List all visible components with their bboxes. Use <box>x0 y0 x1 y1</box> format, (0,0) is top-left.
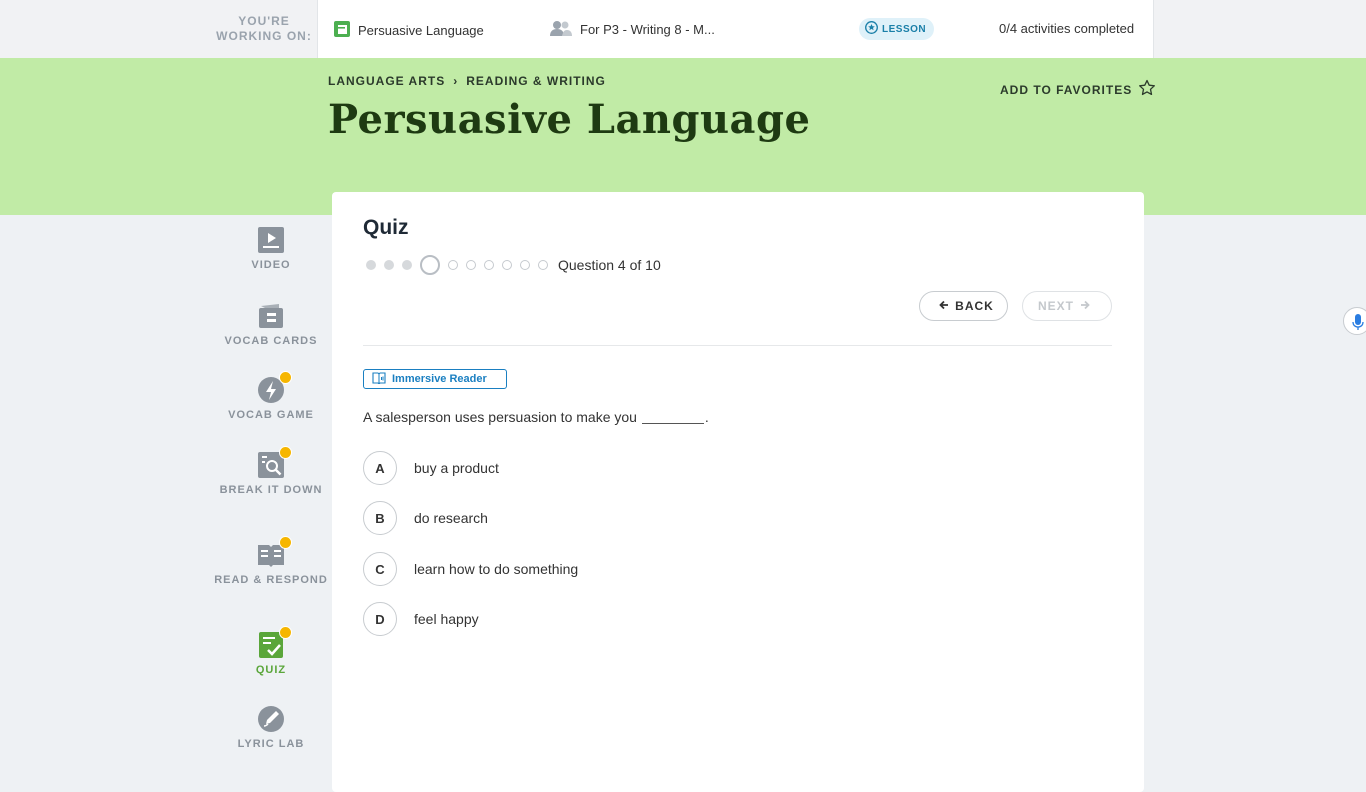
notification-dot <box>279 536 292 549</box>
star-badge-icon <box>865 21 878 37</box>
immersive-reader-button[interactable]: Immersive Reader <box>363 369 507 389</box>
notification-dot <box>279 626 292 639</box>
progress-dot <box>484 260 494 270</box>
answer-text: do research <box>414 510 488 526</box>
answer-option-a[interactable]: A buy a product <box>363 451 499 485</box>
answer-letter: A <box>363 451 397 485</box>
current-lesson-link[interactable]: Persuasive Language <box>333 20 484 41</box>
working-on-bar: YOU'RE WORKING ON: Persuasive Language F… <box>0 0 1366 58</box>
progress-dot <box>520 260 530 270</box>
working-on-panel: Persuasive Language For P3 - Writing 8 -… <box>317 0 1154 58</box>
quiz-card: Quiz Question 4 of 10 BACK NEXT Immersiv… <box>332 192 1144 792</box>
pen-icon <box>257 705 285 733</box>
back-label: BACK <box>955 299 994 313</box>
sidebar-item-read-respond[interactable]: READ & RESPOND <box>210 536 332 588</box>
next-label: NEXT <box>1037 299 1074 313</box>
chevron-right-icon: › <box>453 74 459 88</box>
divider <box>363 345 1112 346</box>
immersive-reader-icon <box>372 371 392 387</box>
lesson-badge-label: LESSON <box>882 23 927 35</box>
sidebar-item-label: VOCAB GAME <box>228 409 314 421</box>
question-counter: Question 4 of 10 <box>558 257 661 273</box>
breadcrumb-language-arts[interactable]: LANGUAGE ARTS <box>328 74 445 88</box>
progress-dot <box>448 260 458 270</box>
class-link[interactable]: For P3 - Writing 8 - M... <box>550 20 715 39</box>
microphone-icon <box>1352 313 1364 336</box>
progress-dot <box>384 260 394 270</box>
sidebar-item-vocab-game[interactable]: VOCAB GAME <box>210 371 332 423</box>
notification-dot <box>279 371 292 384</box>
breadcrumb-reading-writing[interactable]: READING & WRITING <box>466 74 606 88</box>
sidebar-item-label: VIDEO <box>251 259 291 271</box>
lesson-book-icon <box>333 20 351 41</box>
sidebar-item-label: BREAK IT DOWN <box>219 484 323 496</box>
answer-text: buy a product <box>414 460 499 476</box>
page-title: Persuasive Language <box>328 96 811 143</box>
progress-dot <box>420 255 440 275</box>
magnify-doc-icon <box>257 446 292 479</box>
question-after: . <box>704 409 709 425</box>
progress-dot <box>466 260 476 270</box>
quiz-heading: Quiz <box>363 216 409 239</box>
progress-dot <box>538 260 548 270</box>
sidebar-item-video[interactable]: VIDEO <box>210 226 332 273</box>
lightning-icon <box>257 371 292 404</box>
question-text: A salesperson uses persuasion to make yo… <box>363 409 709 425</box>
quiz-progress: Question 4 of 10 <box>366 255 661 275</box>
progress-dot <box>502 260 512 270</box>
answer-text: feel happy <box>414 611 479 627</box>
answer-letter: D <box>363 602 397 636</box>
sidebar-item-break-it-down[interactable]: BREAK IT DOWN <box>210 446 332 498</box>
answer-option-b[interactable]: B do research <box>363 501 488 535</box>
video-icon <box>257 226 285 254</box>
answer-letter: C <box>363 552 397 586</box>
quiz-check-icon <box>257 626 292 659</box>
question-blank <box>641 423 704 424</box>
progress-dot <box>366 260 376 270</box>
book-icon <box>257 536 292 569</box>
progress-dots <box>366 255 556 275</box>
sidebar-item-label: LYRIC LAB <box>237 738 305 750</box>
answer-text: learn how to do something <box>414 561 579 577</box>
users-icon <box>550 20 572 39</box>
arrow-right-icon <box>1074 299 1096 313</box>
progress-dot <box>402 260 412 270</box>
vocab-cards-icon <box>257 302 285 330</box>
sidebar-item-lyric-lab[interactable]: LYRIC LAB <box>210 705 332 752</box>
working-on-label: YOU'RE WORKING ON: <box>216 14 312 43</box>
lesson-badge: LESSON <box>859 18 935 40</box>
notification-dot <box>279 446 292 459</box>
sidebar-item-label: VOCAB CARDS <box>224 335 318 347</box>
answer-option-d[interactable]: D feel happy <box>363 602 479 636</box>
back-button[interactable]: BACK <box>919 291 1008 321</box>
sidebar-item-label: READ & RESPOND <box>214 574 328 586</box>
add-to-favorites-label: ADD TO FAVORITES <box>1000 82 1133 97</box>
breadcrumb: LANGUAGE ARTS › READING & WRITING <box>328 74 606 88</box>
sidebar-item-quiz[interactable]: QUIZ <box>210 626 332 678</box>
question-before: A salesperson uses persuasion to make yo… <box>363 409 637 425</box>
immersive-reader-label: Immersive Reader <box>392 373 487 385</box>
current-lesson-title: Persuasive Language <box>358 23 484 38</box>
sidebar-item-label: QUIZ <box>255 664 287 676</box>
star-icon <box>1132 79 1156 100</box>
next-button[interactable]: NEXT <box>1022 291 1112 321</box>
sidebar-item-vocab-cards[interactable]: VOCAB CARDS <box>210 302 332 349</box>
add-to-favorites-button[interactable]: ADD TO FAVORITES <box>1000 79 1156 100</box>
activities-completed: 0/4 activities completed <box>999 21 1135 36</box>
class-name: For P3 - Writing 8 - M... <box>580 22 715 37</box>
microphone-button[interactable] <box>1343 307 1366 335</box>
arrow-left-icon <box>933 299 955 313</box>
answer-letter: B <box>363 501 397 535</box>
answer-option-c[interactable]: C learn how to do something <box>363 552 578 586</box>
